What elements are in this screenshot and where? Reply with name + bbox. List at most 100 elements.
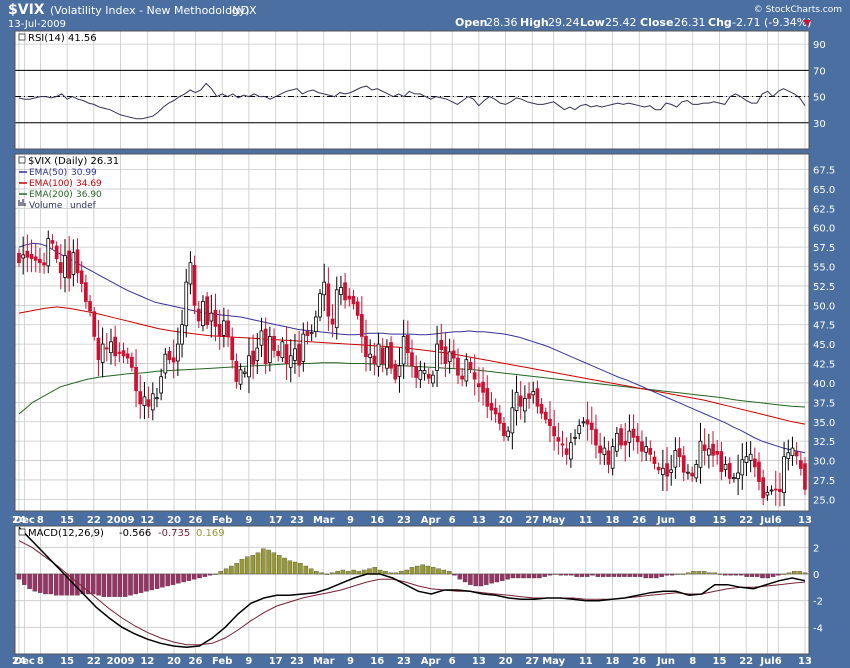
candle-body (88, 301, 92, 312)
macd-histogram-bar (53, 573, 59, 596)
candle-body (192, 264, 197, 306)
macd-histogram-bar (388, 572, 393, 575)
macd-histogram-bar (531, 573, 537, 579)
candle-body (472, 372, 477, 380)
candle-body (681, 455, 686, 473)
candle-body (121, 350, 126, 357)
x-tick-label-top: Jun (656, 515, 675, 526)
price-y-tick-label: 55.0 (813, 263, 835, 274)
ema50-legend-value: 30.99 (71, 168, 97, 178)
exchange-label: INDX (229, 4, 257, 17)
macd-histogram-bar (484, 573, 489, 585)
candle-body (84, 282, 88, 302)
macd-histogram-bar (627, 573, 632, 577)
open-label: Open (455, 16, 488, 29)
macd-histogram-bar (537, 573, 542, 579)
low-value: 25.42 (605, 16, 637, 29)
candle-body (397, 365, 402, 377)
candle-body (410, 352, 414, 367)
macd-histogram-bar (462, 573, 468, 583)
candle-body (740, 459, 745, 476)
x-tick-label-top: 11 (579, 515, 593, 526)
candle-body (690, 472, 695, 477)
x-tick-label-bottom: Apr (421, 656, 441, 667)
macd-histogram-bar (345, 571, 351, 575)
candle-body (38, 258, 42, 264)
candle-body (418, 370, 423, 380)
macd-histogram-bar (340, 569, 346, 575)
candle-body (175, 343, 180, 362)
macd-histogram-bar (616, 573, 622, 577)
macd-legend-label: MACD(12,26,9) (28, 528, 104, 539)
candle-body (155, 397, 159, 400)
macd-histogram-bar (351, 569, 356, 575)
x-tick-label-bottom: Feb (212, 656, 232, 667)
macd-histogram-bar (579, 573, 585, 577)
macd-histogram-bar (441, 569, 447, 575)
candle-body (209, 312, 214, 322)
macd-histogram-bar (521, 573, 526, 579)
candle-body (619, 428, 623, 446)
candle-body (531, 391, 536, 396)
candle-body (778, 488, 782, 492)
macd-histogram-bar (207, 573, 213, 576)
macd-histogram-bar (500, 573, 505, 581)
macd-histogram-bar (176, 573, 181, 584)
macd-histogram-bar (165, 573, 170, 587)
candle-body (184, 281, 189, 327)
price-y-tick-label: 62.5 (813, 204, 835, 215)
price-y-tick-label: 52.5 (813, 282, 835, 293)
candle-body (288, 355, 293, 368)
chg-label: Chg (708, 16, 732, 29)
ema100-legend-value: 34.69 (76, 179, 102, 189)
macd-y-tick-label: 2 (813, 543, 819, 554)
candle-body (368, 353, 373, 358)
price-y-tick-label: 50.0 (813, 301, 835, 312)
candle-body (393, 364, 398, 380)
candle-body (405, 334, 410, 353)
x-tick-label-top: 12 (140, 515, 154, 526)
x-tick-label-top: 22 (87, 515, 101, 526)
candle-body (430, 374, 435, 384)
candle-body (615, 432, 619, 452)
candle-body (67, 250, 71, 279)
macd-histogram-bar (622, 573, 627, 577)
macd-histogram-bar (765, 573, 771, 579)
price-legend-swatch-icon (18, 156, 26, 164)
candle-body (648, 447, 653, 455)
macd-histogram-bar (356, 571, 362, 575)
macd-histogram-bar (415, 565, 420, 575)
candle-body (129, 356, 134, 368)
macd-histogram-bar (701, 571, 707, 575)
high-label: High (520, 16, 549, 29)
candle-body (339, 287, 343, 295)
macd-histogram-bar (595, 573, 601, 577)
macd-histogram-bar (749, 573, 755, 577)
candle-body (744, 456, 749, 464)
macd-histogram-bar (776, 573, 781, 576)
candle-body (631, 428, 636, 438)
candle-body (163, 353, 168, 374)
macd-histogram-bar (48, 573, 54, 595)
candle-body (247, 355, 251, 378)
rsi-panel (15, 31, 809, 149)
x-tick-label-bottom: 13 (798, 656, 812, 667)
price-y-tick-label: 35.0 (813, 418, 835, 429)
volume-legend-name: Volume (29, 201, 63, 211)
macd-histogram-bar (314, 571, 319, 575)
macd-histogram-bar (229, 565, 234, 575)
macd-histogram-bar (420, 564, 425, 575)
macd-histogram-bar (298, 563, 303, 575)
candle-body (167, 350, 172, 360)
macd-histogram-bar (223, 568, 229, 575)
macd-histogram-bar (138, 573, 144, 593)
x-tick-label-bottom: 8 (37, 656, 44, 667)
macd-histogram-bar (122, 573, 128, 597)
x-tick-label-bottom: 23 (290, 656, 304, 667)
symbol-title: $VIX (8, 2, 45, 18)
candle-body (523, 398, 527, 412)
macd-histogram-bar (282, 557, 287, 575)
candle-body (230, 336, 235, 361)
brand-label: © StockCharts.com (754, 5, 842, 15)
candle-body (447, 351, 452, 363)
